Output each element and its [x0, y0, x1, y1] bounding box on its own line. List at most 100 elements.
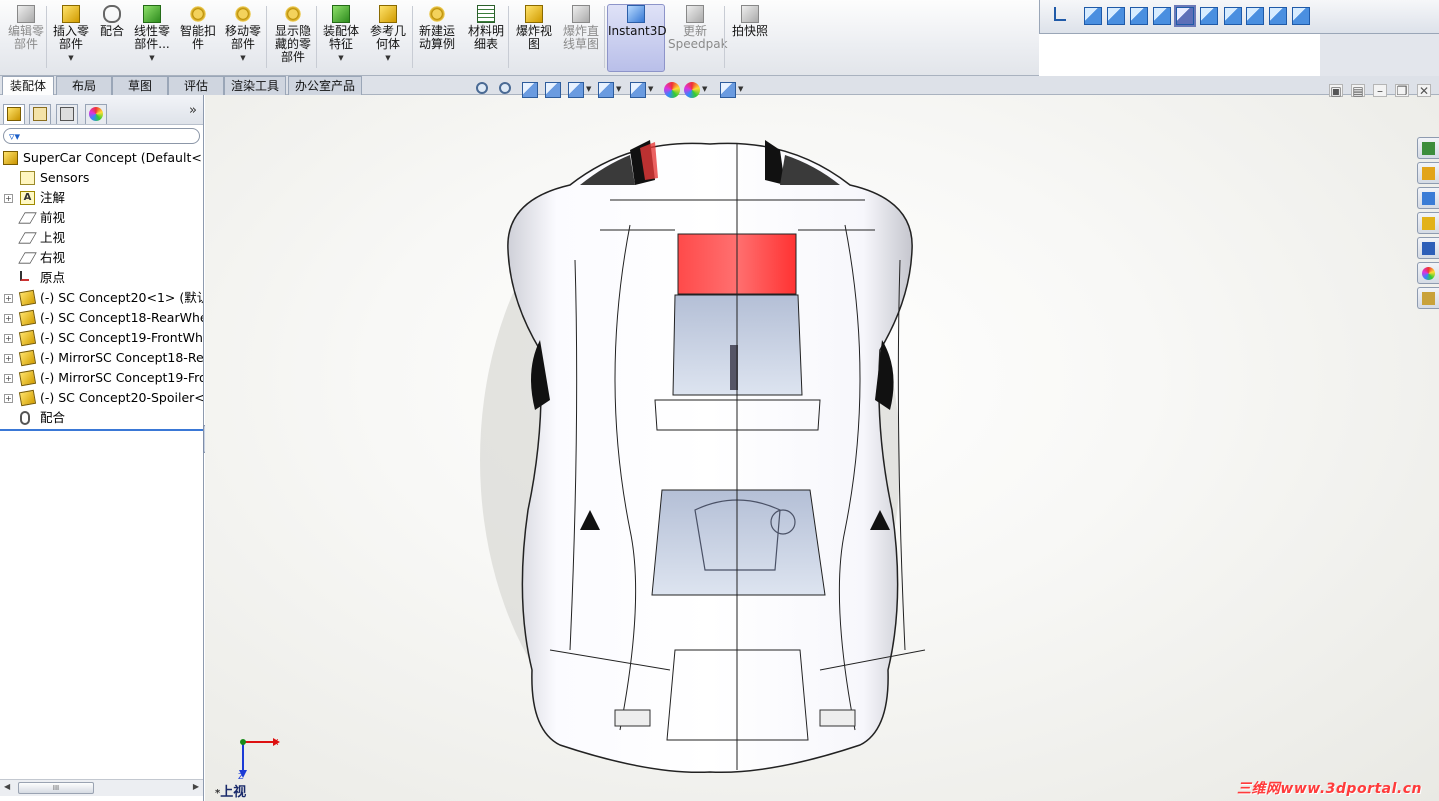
property-manager-tab[interactable] [29, 104, 51, 124]
apply-scene-icon[interactable] [684, 82, 700, 98]
tree-item[interactable]: 前视 [0, 208, 203, 228]
expand-icon[interactable]: + [4, 394, 13, 403]
insert-components-button[interactable]: 插入零 部件 ▼ [49, 5, 93, 65]
tab-5[interactable]: 办公室产品 [288, 76, 362, 95]
design-library-tab[interactable] [1417, 187, 1439, 209]
tab-4[interactable]: 渲染工具 [224, 76, 286, 95]
solidworks-resources-tab[interactable] [1417, 137, 1439, 159]
tree-item[interactable]: Sensors [0, 168, 203, 188]
feature-tree-horizontal-scrollbar[interactable]: ◀ III ▶ [0, 779, 203, 796]
edit-component-button[interactable]: 编辑零 部件 [4, 5, 48, 51]
new-motion-study-button[interactable]: 新建运 动算例 [414, 5, 460, 51]
exploded-view-button[interactable]: 爆炸视 图 [511, 5, 557, 51]
take-snapshot-button[interactable]: 拍快照 [729, 5, 771, 38]
custom-properties-tab[interactable] [1417, 287, 1439, 309]
tile-vertical-icon[interactable]: ▤ [1351, 84, 1365, 97]
previous-view-icon[interactable] [522, 82, 538, 98]
configuration-manager-tab[interactable] [56, 104, 78, 124]
restore-icon[interactable]: ❐ [1395, 84, 1409, 97]
dropdown-arrow-icon[interactable]: ▼ [49, 52, 93, 65]
home-tab[interactable] [1417, 162, 1439, 184]
bill-of-materials-button[interactable]: 材料明 细表 [463, 5, 509, 51]
explode-line-sketch-button[interactable]: 爆炸直 线草图 [558, 5, 604, 51]
dropdown-arrow-icon[interactable]: ▼ [221, 52, 265, 65]
rollback-bar[interactable] [0, 429, 203, 431]
tree-item[interactable]: + (-) SC Concept20-Spoiler<1 [0, 388, 203, 408]
display-style-icon[interactable] [598, 82, 614, 98]
tab-2[interactable]: 草图 [112, 76, 168, 95]
dropdown-arrow-icon[interactable]: ▼ [702, 85, 707, 93]
isometric-icon[interactable] [1224, 7, 1242, 25]
dropdown-arrow-icon[interactable]: ▼ [586, 85, 591, 93]
edit-appearance-icon[interactable] [664, 82, 680, 98]
feature-tree-filter[interactable]: ▿▾ [3, 128, 200, 144]
front-view-icon[interactable] [1084, 7, 1102, 25]
zoom-to-area-icon[interactable] [499, 82, 511, 94]
normal-to-icon[interactable] [1054, 7, 1066, 21]
tab-0[interactable]: 装配体 [2, 76, 54, 95]
reference-geometry-button[interactable]: 参考几 何体 ▼ [365, 5, 411, 65]
expand-icon[interactable]: + [4, 194, 13, 203]
tree-item[interactable]: 配合 [0, 408, 203, 428]
left-view-icon[interactable] [1130, 7, 1148, 25]
expand-icon[interactable]: + [4, 294, 13, 303]
minimize-icon[interactable]: – [1373, 84, 1387, 97]
appearances-tab[interactable] [1417, 262, 1439, 284]
tree-item[interactable]: + (-) MirrorSC Concept19-Fro [0, 368, 203, 388]
file-explorer-tab[interactable] [1417, 212, 1439, 234]
display-manager-tab[interactable] [85, 104, 107, 124]
linear-pattern-button[interactable]: 线性零 部件... ▼ [130, 5, 174, 65]
zoom-to-fit-icon[interactable] [476, 82, 488, 94]
dropdown-arrow-icon[interactable]: ▼ [738, 85, 743, 93]
expand-icon[interactable]: + [4, 374, 13, 383]
move-component-button[interactable]: 移动零 部件 ▼ [221, 5, 265, 65]
show-hidden-components-button[interactable]: 显示隐 藏的零 部件 [270, 5, 316, 64]
back-view-icon[interactable] [1107, 7, 1125, 25]
ribbon-button-label: 爆炸直 线草图 [562, 24, 599, 51]
dropdown-arrow-icon[interactable]: ▼ [616, 85, 621, 93]
view-settings-icon[interactable] [720, 82, 736, 98]
tab-1[interactable]: 布局 [56, 76, 112, 95]
assembly-features-button[interactable]: 装配体 特征 ▼ [319, 5, 363, 65]
scroll-left-icon[interactable]: ◀ [4, 782, 10, 791]
dropdown-arrow-icon[interactable]: ▼ [130, 52, 174, 65]
tree-item[interactable]: + (-) SC Concept19-FrontWhe [0, 328, 203, 348]
scrollbar-thumb[interactable]: III [18, 782, 94, 794]
tab-3[interactable]: 评估 [168, 76, 224, 95]
dropdown-arrow-icon[interactable]: ▼ [365, 52, 411, 65]
tree-item[interactable]: SuperCar Concept (Default<D [0, 148, 203, 168]
dimetric-icon[interactable] [1269, 7, 1287, 25]
instant3d-button[interactable]: Instant3D [607, 4, 667, 72]
dropdown-arrow-icon[interactable]: ▼ [648, 85, 653, 93]
tree-item[interactable]: + (-) MirrorSC Concept18-Rea [0, 348, 203, 368]
hide-show-items-icon[interactable] [630, 82, 646, 98]
smart-fasteners-button[interactable]: 智能扣 件 [176, 5, 220, 51]
tree-item[interactable]: + A 注解 [0, 188, 203, 208]
bottom-view-icon[interactable] [1200, 7, 1218, 25]
view-orientation-icon[interactable] [568, 82, 584, 98]
trimetric-icon[interactable] [1246, 7, 1264, 25]
close-icon[interactable]: ✕ [1417, 84, 1431, 97]
supercar-model-top-view[interactable] [480, 130, 940, 780]
expand-icon[interactable]: + [4, 314, 13, 323]
tree-item[interactable]: 右视 [0, 248, 203, 268]
view-palette-tab[interactable] [1417, 237, 1439, 259]
expand-icon[interactable]: + [4, 354, 13, 363]
ribbon-button-label: 拍快照 [731, 24, 768, 38]
dropdown-arrow-icon[interactable]: ▼ [319, 52, 363, 65]
tile-horizontal-icon[interactable]: ▣ [1329, 84, 1343, 97]
tree-item[interactable]: 上视 [0, 228, 203, 248]
right-view-icon[interactable] [1153, 7, 1171, 25]
scroll-right-icon[interactable]: ▶ [193, 782, 199, 791]
update-speedpak-button[interactable]: 更新 Speedpak [668, 5, 728, 51]
tree-item[interactable]: + (-) SC Concept18-RearWhee [0, 308, 203, 328]
top-view-icon[interactable] [1174, 5, 1196, 27]
section-view-icon[interactable] [545, 82, 561, 98]
more-tabs-chevron-icon[interactable]: » [189, 103, 197, 118]
feature-manager-tab[interactable] [3, 104, 25, 124]
tree-item[interactable]: 原点 [0, 268, 203, 288]
mate-button[interactable]: 配合 [96, 5, 128, 38]
expand-icon[interactable]: + [4, 334, 13, 343]
view-selector-icon[interactable] [1292, 7, 1310, 25]
tree-item[interactable]: + (-) SC Concept20<1> (默认< [0, 288, 203, 308]
